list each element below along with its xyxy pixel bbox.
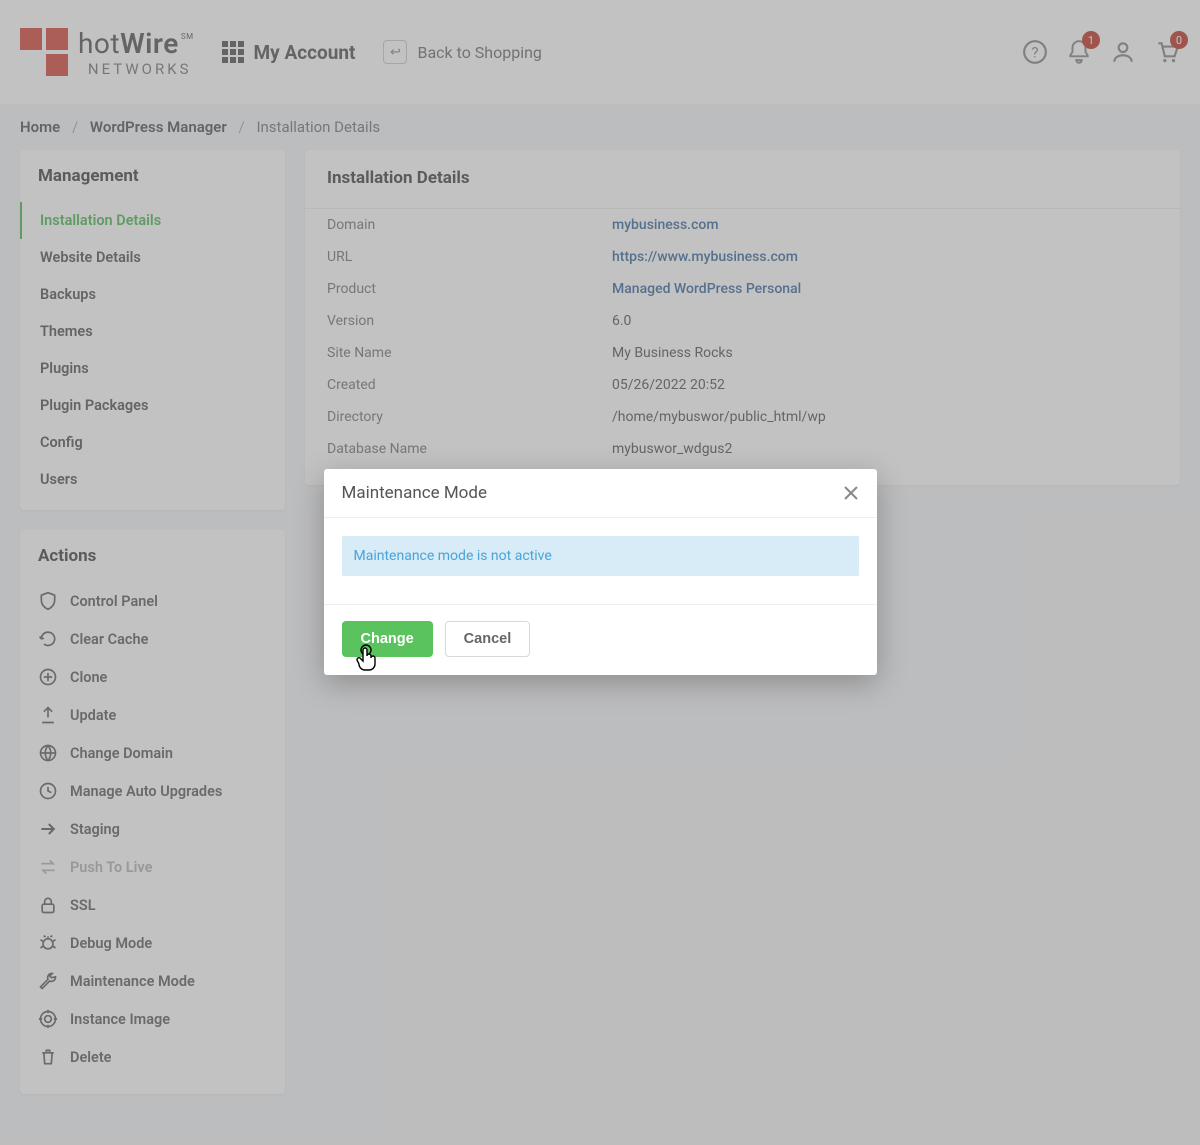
modal-title: Maintenance Mode [342,483,487,503]
cursor-pointer-icon [354,644,380,674]
cancel-button[interactable]: Cancel [445,621,531,657]
modal-close-button[interactable] [843,485,859,501]
modal-overlay[interactable]: Maintenance Mode Maintenance mode is not… [0,0,1200,1145]
maintenance-status: Maintenance mode is not active [342,536,859,576]
close-icon [843,485,859,501]
maintenance-mode-modal: Maintenance Mode Maintenance mode is not… [324,469,877,675]
